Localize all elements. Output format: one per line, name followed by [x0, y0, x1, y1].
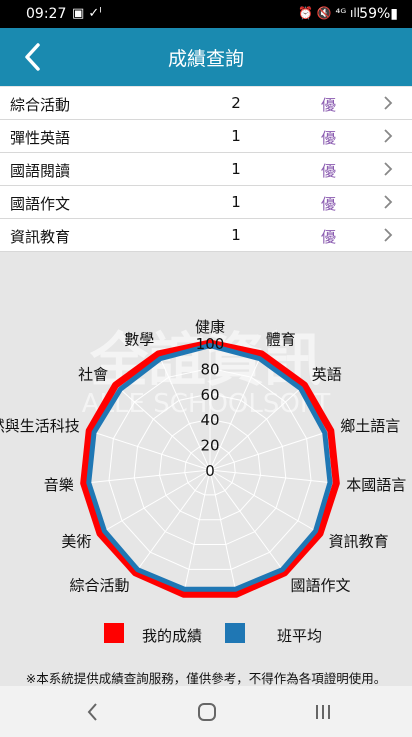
radar-axis-label: 社會 [78, 365, 108, 383]
legend-label-average: 班平均 [277, 627, 323, 645]
chart-legend: 我的成績 班平均 [0, 618, 412, 648]
subject-label: 綜合活動 [10, 96, 71, 114]
subject-label: 國語作文 [10, 195, 71, 213]
count-value: 1 [231, 193, 241, 211]
chevron-right-icon [384, 195, 393, 209]
legend-swatch-mine [104, 623, 124, 643]
radar-spoke [209, 430, 331, 471]
radar-tick-label: 0 [205, 462, 215, 480]
grade-value: 優 [321, 162, 337, 180]
count-value: 1 [231, 160, 241, 178]
count-value: 2 [231, 94, 241, 112]
disclaimer-text: ※本系統提供成績查詢服務，僅供參考，不得作為各項證明使用。 [25, 671, 387, 686]
radar-axis-label: 英語 [312, 365, 342, 383]
radar-tick-label: 60 [200, 386, 219, 404]
status-time: 09:27 [26, 6, 67, 22]
chevron-right-icon [384, 228, 393, 242]
grade-value: 優 [321, 228, 337, 246]
system-nav-bar [0, 686, 412, 737]
subject-label: 資訊教育 [10, 228, 71, 246]
radar-spoke [89, 430, 211, 471]
radar-axis-label: 數學 [124, 330, 154, 348]
radar-tick-label: 100 [196, 335, 225, 353]
grade-value: 優 [321, 195, 337, 213]
radar-tick-label: 40 [200, 411, 219, 429]
count-value: 1 [231, 127, 241, 145]
grade-list: 綜合活動 2 優 彈性英語 1 優 國語閱讀 1 優 國語作文 1 優 資訊教育… [0, 87, 412, 252]
list-item[interactable]: 綜合活動 2 優 [0, 87, 412, 120]
radar-axis-label: 綜合活動 [69, 577, 129, 595]
radar-chart: 全誼資訊 ALLE SCHOOLSOFT 0 20 40 60 80 100 健康 體育 英語鄉… [0, 300, 412, 619]
radar-axis-label: 體育 [266, 330, 296, 348]
radar-axis-label: 健康 [195, 318, 225, 336]
notification-icons: ▣ ✓ᴵ [72, 6, 102, 21]
radar-axis-label: 國語作文 [291, 577, 351, 595]
radar-axis-label: 自然與生活科技 [0, 417, 80, 435]
list-item[interactable]: 國語作文 1 優 [0, 186, 412, 219]
count-value: 1 [231, 226, 241, 244]
subject-label: 國語閱讀 [10, 162, 71, 180]
battery-indicator: 59%▮ [359, 6, 398, 22]
radar-axis-label: 音樂 [44, 476, 74, 494]
legend-label-mine: 我的成績 [142, 627, 203, 645]
chevron-right-icon [384, 162, 393, 176]
grade-value: 優 [321, 96, 337, 114]
radar-tick-label: 80 [200, 360, 219, 378]
chevron-right-icon [384, 96, 393, 110]
radar-axis-label: 本國語言 [346, 476, 406, 494]
system-status-icons: ⏰ 🔇 ⁴ᴳ ıll [298, 6, 360, 20]
list-item[interactable]: 資訊教育 1 優 [0, 219, 412, 252]
list-item[interactable]: 國語閱讀 1 優 [0, 153, 412, 186]
radar-tick-label: 20 [200, 437, 219, 455]
list-item[interactable]: 彈性英語 1 優 [0, 120, 412, 153]
page-title: 成績查詢 [167, 48, 244, 70]
nav-home-icon[interactable] [194, 700, 220, 724]
status-bar: 09:27 ▣ ✓ᴵ ⏰ 🔇 ⁴ᴳ ıll 59%▮ [0, 0, 412, 28]
radar-chart-svg: 全誼資訊 ALLE SCHOOLSOFT 020406080100健康體育英語鄉… [0, 318, 406, 619]
nav-recents-icon[interactable] [310, 700, 336, 724]
app-bar: 成績查詢 [0, 28, 412, 86]
grade-value: 優 [321, 129, 337, 147]
radar-axis-label: 美術 [61, 533, 91, 551]
radar-axis-label: 資訊教育 [329, 533, 389, 551]
radar-axis-label: 鄉土語言 [340, 417, 400, 435]
nav-back-icon[interactable] [80, 700, 106, 724]
chevron-right-icon [384, 129, 393, 143]
legend-swatch-average [225, 623, 245, 643]
subject-label: 彈性英語 [10, 129, 71, 147]
